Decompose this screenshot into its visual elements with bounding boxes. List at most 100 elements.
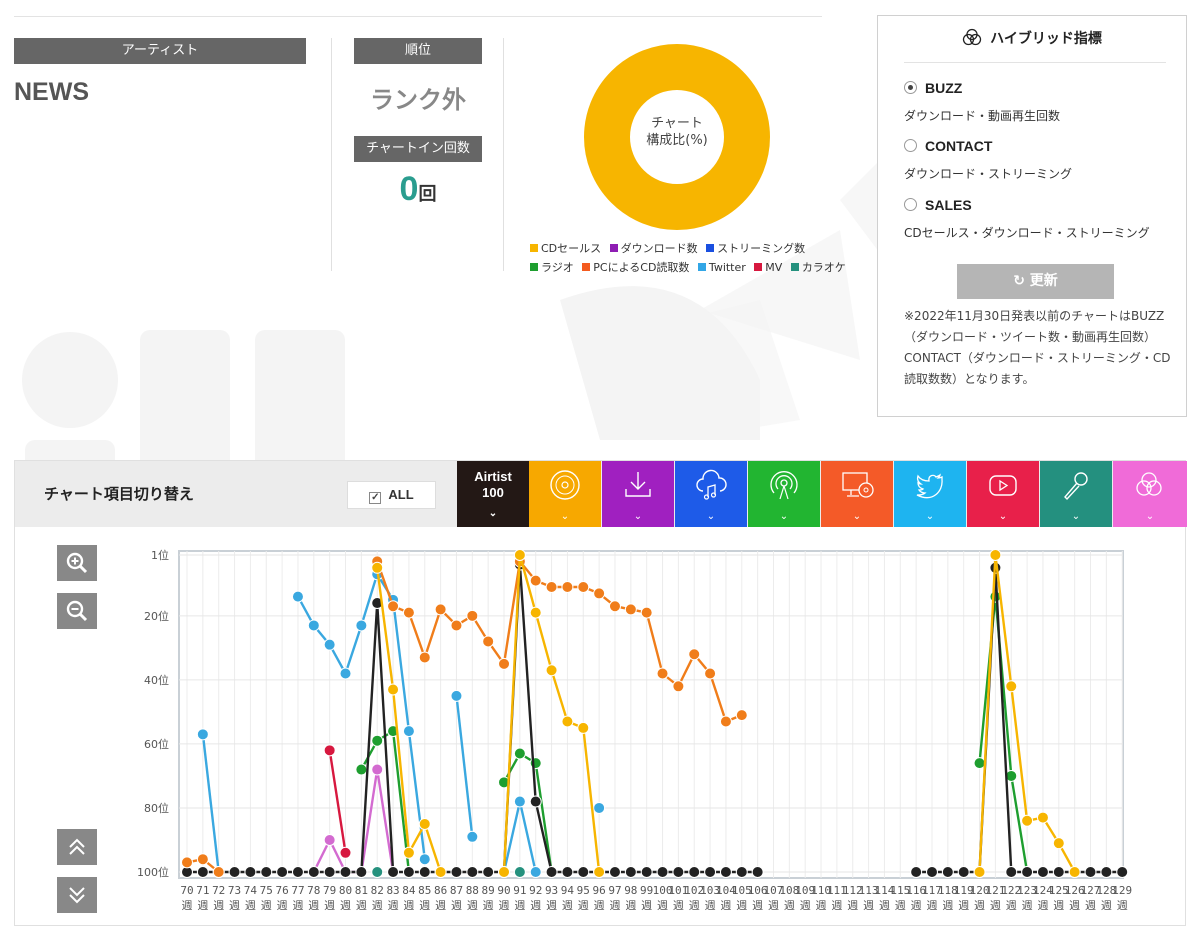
- legend-swatch: [530, 244, 538, 252]
- donut-center-label: チャート 構成比(%): [618, 115, 736, 149]
- data-point-airtist: [1052, 866, 1065, 878]
- x-tick-suffix: 週: [261, 899, 272, 912]
- radio-contact[interactable]: CONTACT: [904, 138, 992, 154]
- data-point-cd: [498, 866, 511, 878]
- x-tick-suffix: 週: [736, 899, 747, 912]
- data-point-download: [323, 833, 336, 846]
- y-tick-label: 100位: [137, 865, 169, 879]
- legend-item-twitter: Twitter: [697, 261, 746, 274]
- data-point-pc: [640, 606, 653, 619]
- x-tick-suffix: 週: [499, 899, 510, 912]
- legend-item-cd: CDセールス: [530, 242, 601, 255]
- data-point-airtist: [624, 866, 637, 878]
- radio-sales-dot[interactable]: [904, 198, 917, 211]
- data-point-twitter: [339, 667, 352, 680]
- x-tick-label: 97: [608, 884, 621, 897]
- composition-legend-row2: ラジオ PCによるCD読取数 Twitter MV カラオケ: [530, 259, 851, 275]
- data-point-pc: [450, 619, 463, 632]
- x-tick-suffix: 週: [958, 899, 969, 912]
- x-tick-suffix: 週: [277, 899, 288, 912]
- data-point-airtist: [1021, 866, 1034, 878]
- x-tick-suffix: 週: [451, 899, 462, 912]
- x-tick-suffix: 週: [340, 899, 351, 912]
- data-point-airtist: [1036, 866, 1049, 878]
- data-point-airtist: [482, 866, 495, 878]
- data-point-cd: [545, 664, 558, 677]
- data-point-radio: [973, 757, 986, 770]
- x-tick-suffix: 週: [1006, 899, 1017, 912]
- data-point-cd: [434, 866, 447, 878]
- radio-buzz[interactable]: BUZZ: [904, 80, 962, 96]
- legend-label: ラジオ: [541, 261, 574, 274]
- x-tick-suffix: 週: [467, 899, 478, 912]
- data-point-airtist: [656, 866, 669, 878]
- x-tick-label: 87: [450, 884, 463, 897]
- x-tick-suffix: 週: [657, 899, 668, 912]
- data-point-airtist: [672, 866, 685, 878]
- x-tick-label: 73: [228, 884, 241, 897]
- x-tick-suffix: 週: [784, 899, 795, 912]
- data-point-cd: [593, 866, 606, 878]
- radio-contact-dot[interactable]: [904, 139, 917, 152]
- data-point-pc: [624, 603, 637, 616]
- data-point-cd: [973, 866, 986, 878]
- data-point-airtist: [1116, 866, 1129, 878]
- data-point-twitter: [418, 853, 431, 866]
- x-tick-suffix: 週: [831, 899, 842, 912]
- divider: [503, 38, 504, 271]
- data-point-airtist: [355, 866, 368, 878]
- refresh-button[interactable]: ↻ 更新: [957, 264, 1114, 299]
- data-point-airtist: [1100, 866, 1113, 878]
- data-point-twitter: [291, 590, 304, 603]
- x-tick-label: 77: [291, 884, 304, 897]
- data-point-karaoke: [371, 866, 384, 878]
- data-point-pc: [434, 603, 447, 616]
- x-tick-label: 129: [1112, 884, 1132, 897]
- data-point-pc: [402, 606, 415, 619]
- radio-buzz-label: BUZZ: [925, 80, 963, 96]
- data-point-cd: [418, 817, 431, 830]
- data-point-pc: [545, 581, 558, 594]
- legend-label: MV: [765, 261, 783, 274]
- radio-sales[interactable]: SALES: [904, 197, 972, 213]
- x-tick-suffix: 週: [1117, 899, 1128, 912]
- chart-panel: チャート項目切り替え ✓ALL Airtist 100 ⌄ ⌄ ⌄ ⌄ ⌄ ⌄: [14, 460, 1187, 926]
- x-tick-label: 91: [513, 884, 526, 897]
- y-tick-label: 80位: [144, 801, 169, 815]
- x-tick-suffix: 週: [974, 899, 985, 912]
- x-tick-label: 92: [529, 884, 542, 897]
- x-tick-suffix: 週: [673, 899, 684, 912]
- data-point-airtist: [307, 866, 320, 878]
- x-tick-label: 84: [402, 884, 416, 897]
- legend-label: CDセールス: [541, 242, 602, 255]
- x-tick-suffix: 週: [720, 899, 731, 912]
- y-tick-label: 1位: [151, 548, 169, 562]
- history-chart: 1位20位40位60位80位100位70週71週72週73週74週75週76週7…: [137, 548, 1132, 912]
- data-point-airtist: [577, 866, 590, 878]
- data-point-airtist: [1084, 866, 1097, 878]
- chartin-label: チャートイン回数: [354, 136, 482, 162]
- x-tick-suffix: 週: [879, 899, 890, 912]
- x-tick-label: 81: [355, 884, 368, 897]
- x-tick-label: 74: [244, 884, 258, 897]
- data-point-cd: [1036, 811, 1049, 824]
- x-tick-suffix: 週: [816, 899, 827, 912]
- x-tick-label: 80: [339, 884, 352, 897]
- hybrid-note: ※2022年11月30日発表以前のチャートはBUZZ（ダウンロード・ツイート数・…: [904, 309, 1171, 386]
- data-point-cd: [989, 549, 1002, 561]
- radio-buzz-dot[interactable]: [904, 81, 917, 94]
- data-point-airtist: [466, 866, 479, 878]
- chartin-count-unit: 回: [418, 184, 437, 205]
- x-tick-suffix: 週: [641, 899, 652, 912]
- data-point-airtist: [228, 866, 241, 878]
- radio-contact-label: CONTACT: [925, 138, 993, 154]
- data-point-airtist: [260, 866, 273, 878]
- legend-item-mv: MV: [754, 261, 782, 274]
- x-tick-suffix: 週: [292, 899, 303, 912]
- x-tick-suffix: 週: [609, 899, 620, 912]
- donut-center-line2: 構成比(%): [646, 133, 708, 148]
- x-tick-suffix: 週: [435, 899, 446, 912]
- hybrid-divider: [904, 62, 1166, 63]
- x-tick-label: 95: [577, 884, 590, 897]
- x-tick-suffix: 週: [689, 899, 700, 912]
